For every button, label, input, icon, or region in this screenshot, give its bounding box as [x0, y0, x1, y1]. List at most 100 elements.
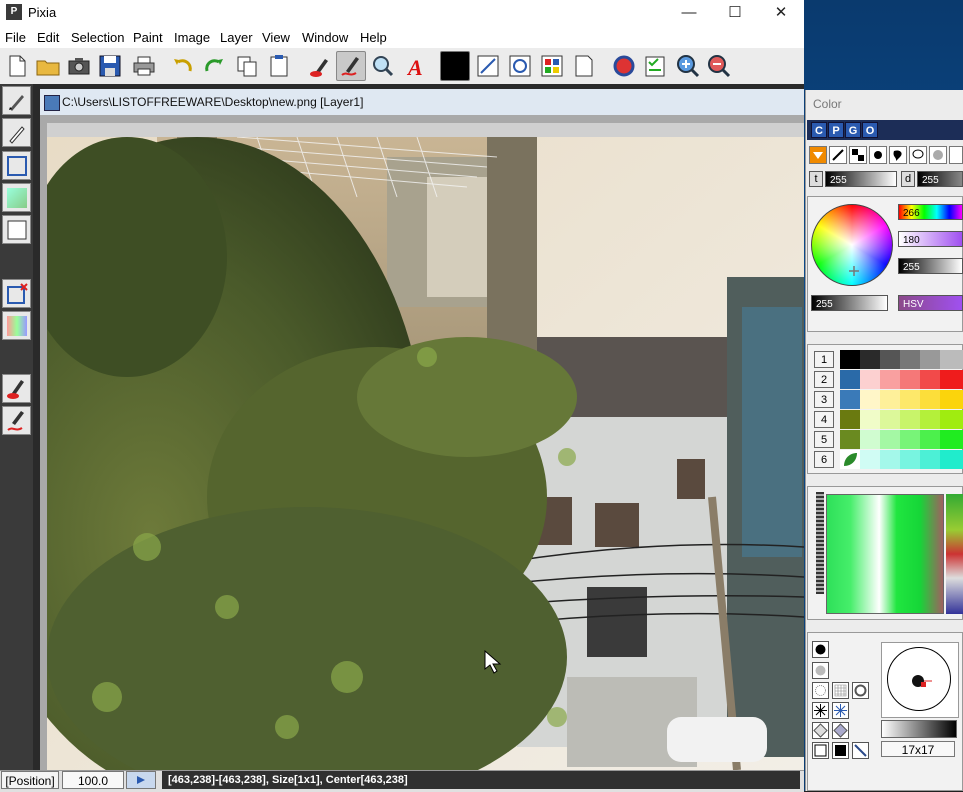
brush-shape-dots-icon[interactable] — [812, 682, 829, 699]
copy-icon[interactable] — [232, 51, 262, 81]
palette-icon[interactable] — [537, 51, 567, 81]
brush-shape-ring-icon[interactable] — [852, 682, 869, 699]
brush-white-square-icon[interactable] — [812, 742, 829, 759]
menu-window[interactable]: Window — [302, 30, 348, 45]
swatch[interactable] — [940, 450, 963, 469]
gradient-color-strip[interactable] — [946, 494, 963, 614]
pen-tool-icon[interactable] — [2, 86, 31, 115]
camera-icon[interactable] — [64, 51, 94, 81]
swatch[interactable] — [940, 430, 963, 449]
paste-icon[interactable] — [569, 51, 599, 81]
brush-shape-diamond-icon[interactable] — [812, 722, 829, 739]
swatch[interactable] — [860, 450, 880, 469]
swatch[interactable] — [900, 370, 920, 389]
tab-p[interactable]: P — [828, 122, 844, 138]
transparency-tool-icon[interactable] — [2, 311, 31, 340]
transform-icon[interactable] — [505, 51, 535, 81]
zoom-arrow-button[interactable] — [126, 771, 156, 789]
tab-c[interactable]: C — [811, 122, 827, 138]
blur-mode-icon[interactable] — [929, 146, 947, 164]
swatch[interactable] — [840, 390, 860, 409]
palette-row-1[interactable]: 1 — [814, 351, 834, 368]
brush-shape-soft-icon[interactable] — [812, 662, 829, 679]
menu-layer[interactable]: Layer — [220, 30, 253, 45]
checklist-icon[interactable] — [640, 51, 670, 81]
brush-shape-star-icon[interactable] — [812, 702, 829, 719]
line-brush-tool-icon[interactable] — [2, 406, 31, 435]
swatch[interactable] — [840, 410, 860, 429]
swatch[interactable] — [840, 430, 860, 449]
swatch[interactable] — [880, 410, 900, 429]
swatch[interactable] — [860, 430, 880, 449]
lasso-mode-icon[interactable] — [909, 146, 927, 164]
save-disk-icon[interactable] — [95, 51, 125, 81]
zoom-input[interactable]: 100.0 — [62, 771, 124, 789]
swatch[interactable] — [880, 450, 900, 469]
tab-g[interactable]: G — [845, 122, 861, 138]
swatch[interactable] — [840, 350, 860, 369]
swatch[interactable] — [860, 350, 880, 369]
zoom-in-icon[interactable] — [673, 51, 703, 81]
brush-size-field[interactable]: 17x17 — [881, 741, 955, 757]
frame-tool-icon[interactable] — [2, 215, 31, 244]
hue-slider[interactable]: 266 — [898, 204, 963, 220]
swatch[interactable] — [880, 390, 900, 409]
checker-mode-icon[interactable] — [849, 146, 867, 164]
brush-active-icon[interactable] — [336, 51, 366, 81]
menu-edit[interactable]: Edit — [37, 30, 59, 45]
rect-select-tool-icon[interactable] — [2, 151, 31, 180]
swatch[interactable] — [840, 370, 860, 389]
alpha-slider[interactable]: 255 — [811, 295, 888, 311]
menu-selection[interactable]: Selection — [71, 30, 124, 45]
deselect-tool-icon[interactable] — [2, 279, 31, 308]
swatch[interactable] — [920, 350, 940, 369]
swatch[interactable] — [900, 450, 920, 469]
text-a-icon[interactable]: A — [401, 51, 431, 81]
menu-view[interactable]: View — [262, 30, 290, 45]
fill-brush-tool-icon[interactable] — [2, 374, 31, 403]
dot-mode-icon[interactable] — [869, 146, 887, 164]
more-mode-icon[interactable] — [949, 146, 963, 164]
pen-outline-tool-icon[interactable] — [2, 118, 31, 147]
value-slider[interactable]: 255 — [898, 258, 963, 274]
pen-mode-icon[interactable] — [809, 146, 827, 164]
drop-mode-icon[interactable] — [889, 146, 907, 164]
magnifier-icon[interactable] — [368, 51, 398, 81]
swatch[interactable] — [940, 370, 963, 389]
swatch[interactable] — [860, 410, 880, 429]
saturation-slider[interactable]: 180 — [898, 231, 963, 247]
swatch[interactable] — [880, 370, 900, 389]
globe-icon[interactable] — [609, 51, 639, 81]
density-slider[interactable]: 255 — [917, 171, 963, 187]
brush-red-icon[interactable] — [305, 51, 335, 81]
swatch[interactable] — [920, 450, 940, 469]
swatch[interactable] — [920, 390, 940, 409]
open-folder-icon[interactable] — [33, 51, 63, 81]
swatch[interactable] — [900, 430, 920, 449]
thickness-slider[interactable]: 255 — [825, 171, 897, 187]
menu-image[interactable]: Image — [174, 30, 210, 45]
printer-icon[interactable] — [129, 51, 159, 81]
swatch[interactable] — [920, 370, 940, 389]
palette-row-2[interactable]: 2 — [814, 371, 834, 388]
minimize-button[interactable]: — — [666, 0, 712, 26]
menu-help[interactable]: Help — [360, 30, 387, 45]
brush-shape-spark-icon[interactable] — [832, 702, 849, 719]
gradient-preview[interactable] — [826, 494, 944, 614]
palette-row-5[interactable]: 5 — [814, 431, 834, 448]
color-swatch-black[interactable] — [440, 51, 470, 81]
image-canvas[interactable] — [47, 137, 804, 770]
swatch[interactable] — [940, 390, 963, 409]
swatch[interactable] — [880, 350, 900, 369]
swatch[interactable] — [940, 350, 963, 369]
new-file-icon[interactable] — [2, 51, 32, 81]
menu-file[interactable]: File — [5, 30, 26, 45]
palette-row-4[interactable]: 4 — [814, 411, 834, 428]
brush-shape-round-icon[interactable] — [812, 641, 829, 658]
brush-shape-diamond2-icon[interactable] — [832, 722, 849, 739]
swatch[interactable] — [900, 390, 920, 409]
tab-o[interactable]: O — [862, 122, 878, 138]
redo-icon[interactable] — [199, 51, 229, 81]
swatch[interactable] — [840, 450, 860, 469]
palette-row-6[interactable]: 6 — [814, 451, 834, 468]
